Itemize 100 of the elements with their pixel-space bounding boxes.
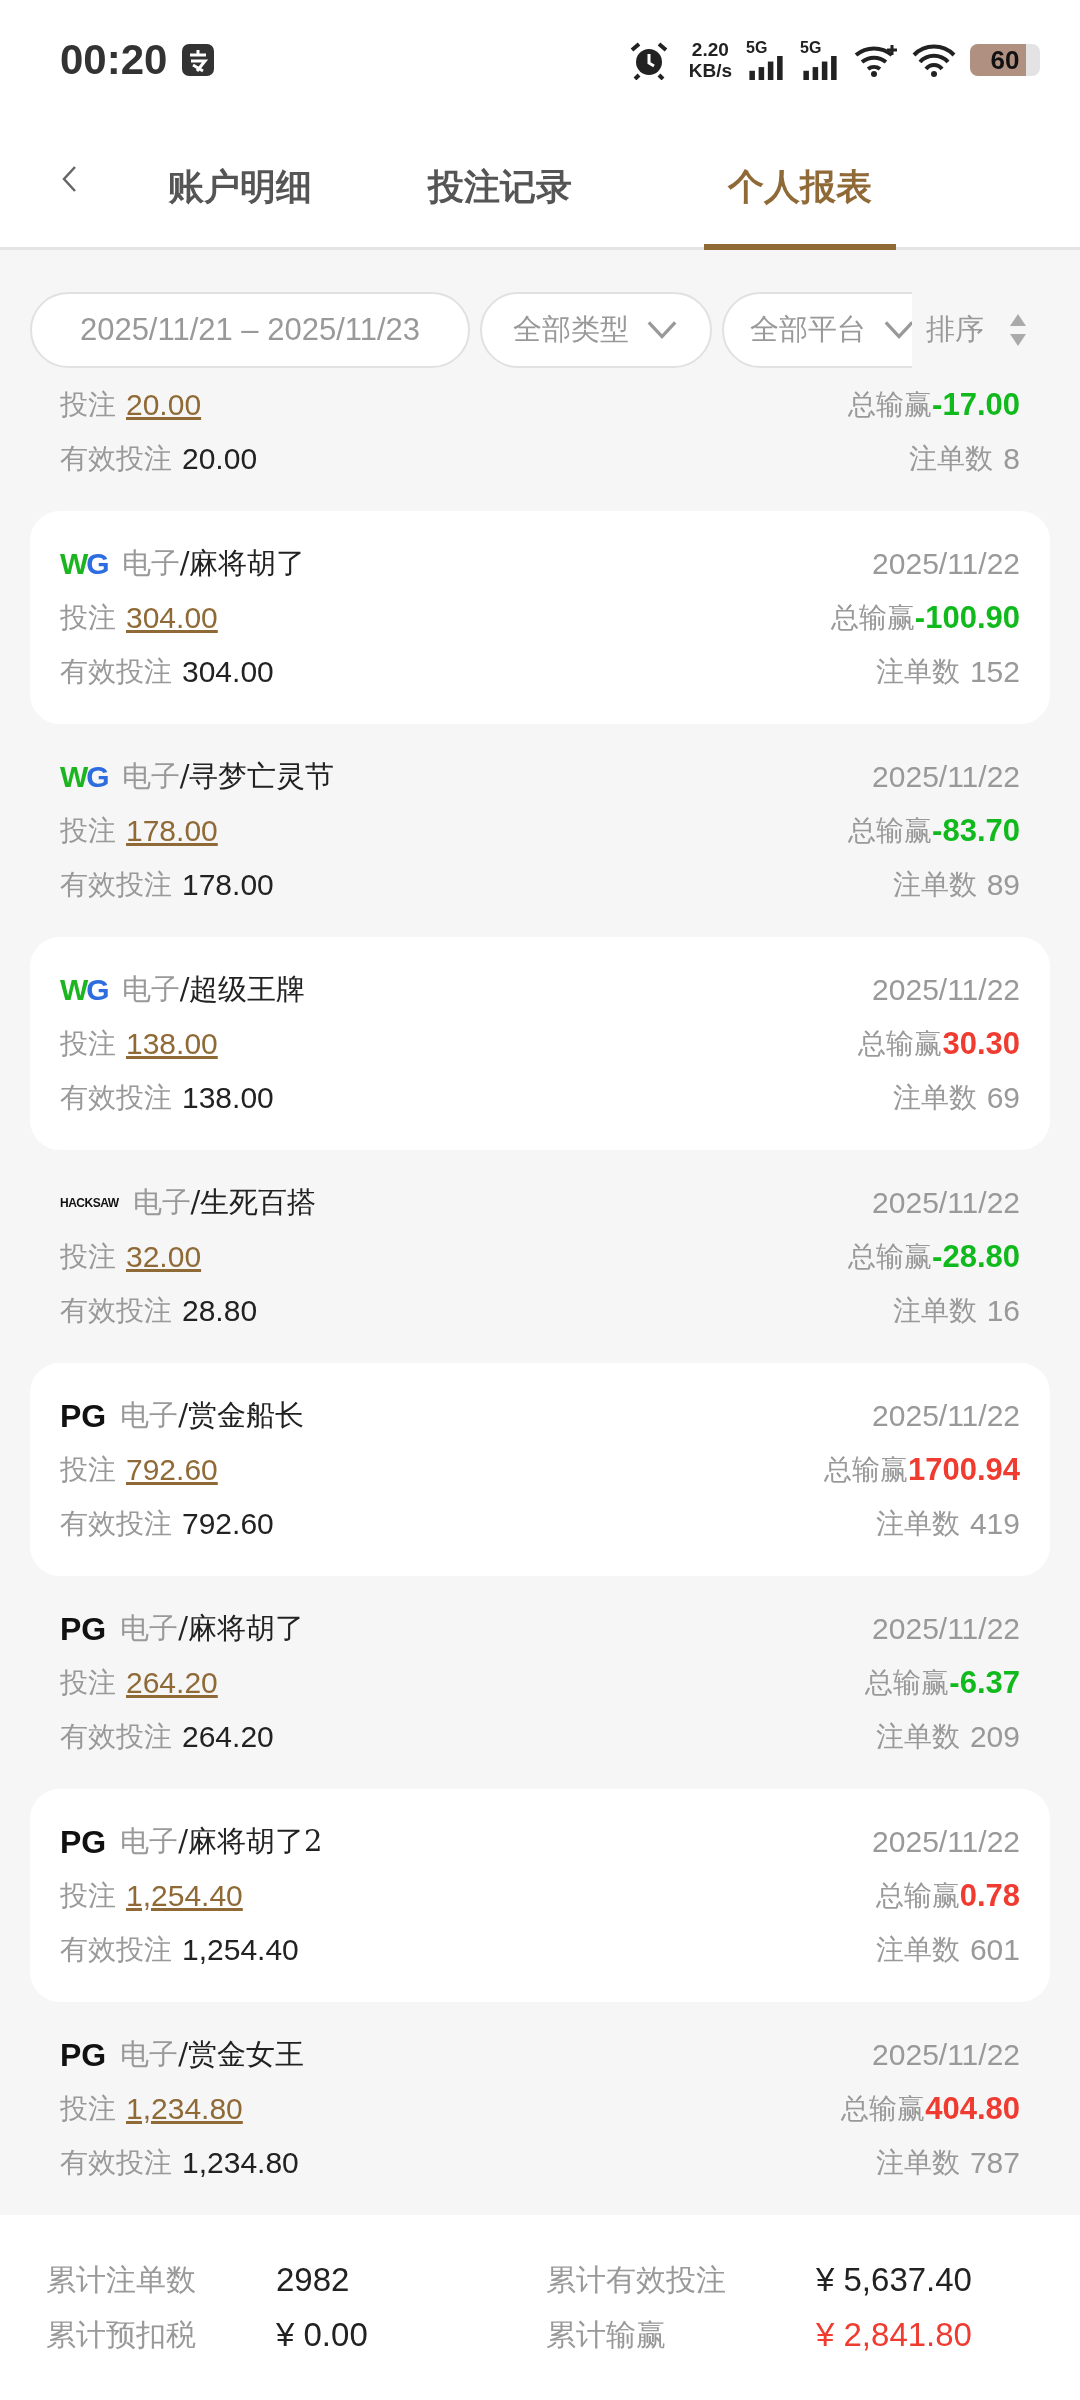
valid-bet-label: 有效投注 xyxy=(60,1293,172,1329)
type-dropdown[interactable]: 全部类型 xyxy=(480,292,712,368)
bet-amount[interactable]: 792.60 xyxy=(126,1453,218,1487)
bet-count: 209 xyxy=(969,1720,1020,1754)
valid-bet-amount: 264.20 xyxy=(182,1720,274,1754)
game-category: 电子 xyxy=(121,971,180,1008)
valid-bet-amount: 138.00 xyxy=(182,1081,274,1115)
win-loss-amount: -17.00 xyxy=(932,387,1020,423)
game-name: /麻将胡了 xyxy=(179,545,306,582)
wifi-icon xyxy=(912,43,956,77)
bet-count: 152 xyxy=(969,655,1020,689)
bet-count: 89 xyxy=(986,868,1020,902)
tab[interactable]: 投注记录 xyxy=(390,163,610,250)
valid-bet-label: 有效投注 xyxy=(60,867,172,903)
bet-count-label: 注单数 xyxy=(875,1719,960,1755)
bet-count-label: 注单数 xyxy=(892,1293,977,1329)
bet-label: 投注 xyxy=(60,2091,116,2127)
tab[interactable]: 个人报表 xyxy=(704,163,896,250)
game-name: /寻梦亡灵节 xyxy=(179,758,335,795)
bet-count-label: 注单数 xyxy=(892,1080,977,1116)
provider-logo: HACKSAW xyxy=(60,1196,119,1210)
total-value: ¥ 5,637.40 xyxy=(816,2261,972,2299)
tab[interactable]: 账户明细 xyxy=(150,163,330,250)
valid-bet-amount: 28.80 xyxy=(182,1294,258,1328)
record-date: 2025/11/22 xyxy=(872,2038,1020,2072)
record-date: 2025/11/22 xyxy=(872,1612,1020,1646)
game-name: /赏金女王 xyxy=(178,2036,304,2073)
game-name: /超级王牌 xyxy=(179,971,306,1008)
valid-bet-label: 有效投注 xyxy=(60,2145,172,2181)
app-notification-icon xyxy=(181,43,216,77)
chevron-down-icon xyxy=(882,319,912,341)
record-date: 2025/11/22 xyxy=(872,1186,1020,1220)
win-loss-amount: 1700.94 xyxy=(907,1452,1020,1488)
bet-amount[interactable]: 178.00 xyxy=(126,814,218,848)
win-loss-amount: -100.90 xyxy=(914,600,1020,636)
win-loss-amount: 0.78 xyxy=(959,1878,1020,1914)
provider-logo: PG xyxy=(60,1610,107,1648)
valid-bet-amount: 792.60 xyxy=(182,1507,274,1541)
valid-bet-label: 有效投注 xyxy=(60,1932,172,1968)
valid-bet-amount: 178.00 xyxy=(182,868,274,902)
date-range-filter[interactable]: 2025/11/21 – 2025/11/23 xyxy=(30,292,470,368)
game-category: 电子 xyxy=(120,1823,179,1860)
bet-count-label: 注单数 xyxy=(875,2145,960,2181)
bet-amount[interactable]: 20.00 xyxy=(126,388,202,422)
record-date: 2025/11/22 xyxy=(872,1825,1020,1859)
valid-bet-label: 有效投注 xyxy=(60,441,172,477)
game-name: /麻将胡了2 xyxy=(178,1823,323,1860)
record-date: 2025/11/22 xyxy=(872,547,1020,581)
total-label: 累计注单数 xyxy=(46,2260,197,2299)
network-speed: 2.20 KB/s xyxy=(688,39,732,81)
provider-logo: WG xyxy=(60,547,108,581)
game-category: 电子 xyxy=(120,1610,179,1647)
game-category: 电子 xyxy=(132,1184,191,1221)
bet-count-label: 注单数 xyxy=(909,441,994,477)
bet-label: 投注 xyxy=(60,1026,116,1062)
provider-logo: WG xyxy=(60,760,108,794)
sort-button[interactable]: 排序 xyxy=(926,310,1028,350)
win-loss-amount: -6.37 xyxy=(949,1665,1020,1701)
total-value: ¥ 0.00 xyxy=(276,2316,368,2354)
total-value: ¥ 2,841.80 xyxy=(816,2316,972,2354)
game-name: /赏金船长 xyxy=(178,1397,304,1434)
bet-label: 投注 xyxy=(60,1878,116,1914)
total-label: 累计有效投注 xyxy=(546,2260,727,2299)
valid-bet-amount: 1,234.80 xyxy=(182,2146,299,2180)
win-loss-label: 总输赢 xyxy=(865,1665,950,1701)
bet-amount[interactable]: 138.00 xyxy=(126,1027,218,1061)
valid-bet-label: 有效投注 xyxy=(60,654,172,690)
win-loss-label: 总输赢 xyxy=(848,813,933,849)
bet-label: 投注 xyxy=(60,600,116,636)
game-name: /麻将胡了 xyxy=(178,1610,304,1647)
game-category: 电子 xyxy=(120,2036,179,2073)
win-loss-label: 总输赢 xyxy=(848,387,933,423)
win-loss-label: 总输赢 xyxy=(830,600,915,636)
bet-count: 16 xyxy=(986,1294,1020,1328)
total-label: 累计输赢 xyxy=(546,2315,667,2354)
bet-count: 8 xyxy=(1003,442,1020,476)
platform-dropdown[interactable]: 全部平台 xyxy=(722,292,912,368)
valid-bet-label: 有效投注 xyxy=(60,1506,172,1542)
bet-label: 投注 xyxy=(60,1452,116,1488)
record-date: 2025/11/22 xyxy=(872,973,1020,1007)
provider-logo: PG xyxy=(60,1823,107,1861)
win-loss-label: 总输赢 xyxy=(875,1878,960,1914)
alarm-icon xyxy=(628,40,669,80)
valid-bet-amount: 1,254.40 xyxy=(182,1933,299,1967)
win-loss-amount: 404.80 xyxy=(925,2091,1020,2127)
chevron-down-icon xyxy=(645,319,679,341)
bet-amount[interactable]: 1,234.80 xyxy=(126,2092,243,2126)
bet-count: 601 xyxy=(969,1933,1020,1967)
provider-logo: PG xyxy=(60,1397,107,1435)
win-loss-label: 总输赢 xyxy=(823,1452,908,1488)
bet-count: 419 xyxy=(969,1507,1020,1541)
sort-icon xyxy=(1008,312,1028,348)
bet-amount[interactable]: 264.20 xyxy=(126,1666,218,1700)
bet-amount[interactable]: 304.00 xyxy=(126,601,218,635)
bet-amount[interactable]: 1,254.40 xyxy=(126,1879,243,1913)
bet-count-label: 注单数 xyxy=(875,1932,960,1968)
battery-icon: 60 xyxy=(970,44,1040,76)
game-category: 电子 xyxy=(121,545,180,582)
game-category: 电子 xyxy=(121,758,180,795)
bet-amount[interactable]: 32.00 xyxy=(126,1240,202,1274)
